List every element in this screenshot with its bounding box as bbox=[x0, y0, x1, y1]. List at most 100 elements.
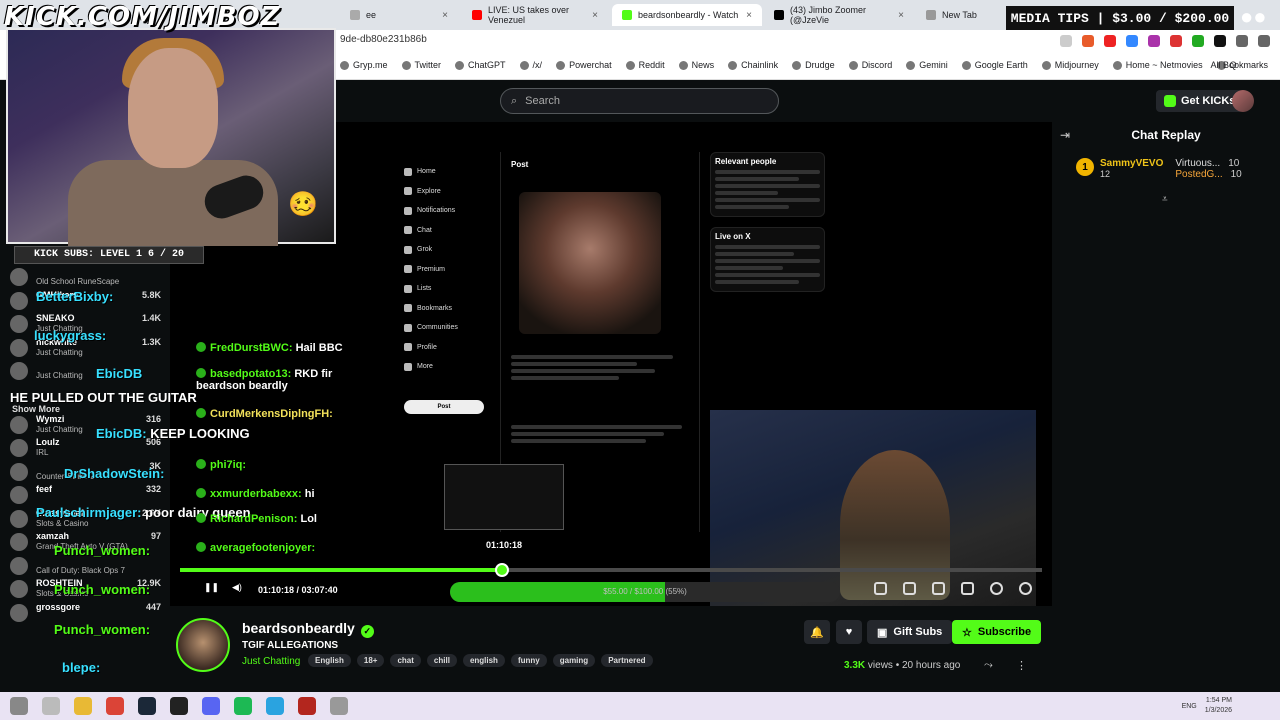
obs-chat-user: RichardPenison: bbox=[210, 513, 298, 525]
sub-badge-icon bbox=[196, 368, 206, 378]
extension-icon[interactable] bbox=[1148, 35, 1160, 47]
overlay-chat-user: BetterBixby: bbox=[36, 289, 114, 304]
live-on-x-title: Live on X bbox=[715, 232, 751, 241]
tag-chip[interactable]: 18+ bbox=[356, 654, 385, 667]
tab-label: (43) Jimbo Zoomer (@JzeVie bbox=[790, 5, 867, 25]
theater-icon[interactable] bbox=[932, 582, 945, 595]
overlay-chat-user: luckygrass: bbox=[34, 328, 107, 343]
bookmark-item[interactable]: Chainlink bbox=[728, 60, 778, 70]
bookmark-item[interactable]: Gemini bbox=[906, 60, 948, 70]
rank-badge: 1 bbox=[1076, 158, 1094, 176]
chrome-icon[interactable] bbox=[106, 697, 124, 715]
bookmark-item[interactable]: Midjourney bbox=[1041, 60, 1099, 70]
close-icon[interactable]: × bbox=[898, 10, 904, 21]
settings-gear-icon[interactable] bbox=[1019, 582, 1032, 595]
bookmark-item[interactable]: Twitter bbox=[401, 60, 441, 70]
miniplayer-icon[interactable] bbox=[874, 582, 887, 595]
speed-icon[interactable] bbox=[990, 582, 1003, 595]
browser-tab[interactable]: ee × bbox=[340, 4, 458, 26]
bookmark-item[interactable]: News bbox=[678, 60, 715, 70]
steam-icon[interactable] bbox=[138, 697, 156, 715]
fullscreen-icon[interactable] bbox=[961, 582, 974, 595]
user-avatar[interactable] bbox=[1232, 90, 1254, 112]
tag-chip[interactable]: funny bbox=[510, 654, 547, 667]
kick-header: ⌕ Search Get KICKs bbox=[340, 80, 1280, 122]
extension-icon[interactable] bbox=[1082, 35, 1094, 47]
bookmark-item[interactable]: /x/ bbox=[519, 60, 542, 70]
seek-handle[interactable] bbox=[495, 563, 510, 577]
show-more-link[interactable]: Show More bbox=[12, 404, 60, 414]
bookmark-item[interactable]: ChatGPT bbox=[455, 60, 506, 70]
search-input[interactable]: ⌕ Search bbox=[500, 88, 779, 114]
bookmark-item[interactable]: Google Earth bbox=[961, 60, 1028, 70]
extension-icon[interactable] bbox=[1192, 35, 1204, 47]
telegram-icon[interactable] bbox=[266, 697, 284, 715]
url-text[interactable]: 9de-db80e231b86b bbox=[340, 34, 427, 45]
bookmark-favicon-icon bbox=[728, 60, 738, 70]
subscribe-button[interactable]: ☆ Subscribe bbox=[952, 620, 1042, 644]
share-icon[interactable]: ⤳ bbox=[984, 659, 993, 672]
leader-entry[interactable]: SammyVEVO 12 bbox=[1100, 158, 1163, 179]
tag-chip[interactable]: Partnered bbox=[601, 654, 653, 667]
clip-icon[interactable] bbox=[903, 582, 916, 595]
close-icon[interactable]: × bbox=[746, 10, 752, 21]
player-controls-right bbox=[874, 582, 1032, 595]
app-icon[interactable] bbox=[298, 697, 316, 715]
gifter-row[interactable]: Virtuous... 10 bbox=[1175, 158, 1241, 169]
tag-chip[interactable]: chat bbox=[390, 654, 421, 667]
bookmark-item[interactable]: Powerchat bbox=[556, 60, 612, 70]
bookmark-item[interactable]: Reddit bbox=[625, 60, 665, 70]
x-nav-icon bbox=[404, 323, 412, 332]
x-icon bbox=[774, 10, 784, 20]
terminal-icon[interactable] bbox=[170, 697, 188, 715]
windows-start-icon[interactable] bbox=[10, 697, 28, 715]
viewer-count: 97 bbox=[150, 531, 161, 541]
gifter-row[interactable]: PostedG... 10 bbox=[1175, 169, 1241, 180]
tray-language[interactable]: ENG bbox=[1182, 703, 1197, 710]
file-explorer-icon[interactable] bbox=[74, 697, 92, 715]
gift-subs-button[interactable]: ▣ Gift Subs bbox=[867, 620, 953, 644]
tag-chip[interactable]: english bbox=[462, 654, 505, 667]
bookmark-item[interactable]: Drudge bbox=[792, 60, 835, 70]
browser-tab[interactable]: New Tab bbox=[916, 4, 1006, 26]
tag-chip[interactable]: chill bbox=[426, 654, 457, 667]
sidebar-channel[interactable]: grossgore 447 bbox=[10, 602, 165, 624]
bookmark-favicon-icon bbox=[519, 60, 529, 70]
all-bookmarks-link[interactable]: All Bookmarks bbox=[1210, 60, 1268, 70]
browser-tab-active[interactable]: beardsonbeardly - Watch × bbox=[612, 4, 762, 26]
profile-icon[interactable] bbox=[1258, 35, 1270, 47]
get-kicks-button[interactable]: Get KICKs bbox=[1156, 90, 1244, 112]
bell-icon[interactable]: 🔔 bbox=[804, 620, 830, 644]
discord-icon[interactable] bbox=[202, 697, 220, 715]
x-nav-icon bbox=[404, 187, 412, 196]
extension-icon[interactable] bbox=[1214, 35, 1226, 47]
more-options-icon[interactable]: ⋮ bbox=[1016, 659, 1027, 672]
sidebar-channel[interactable]: feef 332 bbox=[10, 484, 165, 506]
get-kicks-label: Get KICKs bbox=[1181, 95, 1236, 107]
app-icon[interactable] bbox=[330, 697, 348, 715]
clock[interactable]: 1:54 PM 1/3/2026 bbox=[1205, 696, 1232, 716]
tag-chip[interactable]: gaming bbox=[552, 654, 596, 667]
close-icon[interactable]: × bbox=[442, 10, 448, 21]
overlay-chat-user: blepe: bbox=[62, 660, 101, 675]
expand-leaderboard-icon[interactable]: ⩡ bbox=[1162, 194, 1168, 205]
bookmark-item[interactable]: Discord bbox=[848, 60, 892, 70]
bookmark-label: News bbox=[691, 60, 715, 70]
gifter-name: PostedG... bbox=[1175, 169, 1223, 180]
star-icon[interactable] bbox=[1060, 35, 1072, 47]
sub-badge-icon bbox=[196, 408, 206, 418]
puzzle-icon[interactable] bbox=[1236, 35, 1248, 47]
close-icon[interactable]: × bbox=[592, 10, 598, 21]
browser-tab[interactable]: LIVE: US takes over Venezuel × bbox=[462, 4, 608, 26]
heart-icon[interactable]: ♥ bbox=[836, 620, 862, 644]
x-nav-label: Grok bbox=[417, 246, 433, 254]
bookmark-item[interactable]: Home ~ Netmovies bbox=[1112, 60, 1203, 70]
bookmark-item[interactable]: Gryp.me bbox=[340, 60, 388, 70]
extension-icon[interactable] bbox=[1104, 35, 1116, 47]
task-view-icon[interactable] bbox=[42, 697, 60, 715]
spotify-icon[interactable] bbox=[234, 697, 252, 715]
extension-icon[interactable] bbox=[1170, 35, 1182, 47]
browser-tab[interactable]: (43) Jimbo Zoomer (@JzeVie × bbox=[764, 4, 914, 26]
sidebar-channel[interactable]: Old School RuneScape bbox=[10, 266, 165, 288]
extension-icon[interactable] bbox=[1126, 35, 1138, 47]
